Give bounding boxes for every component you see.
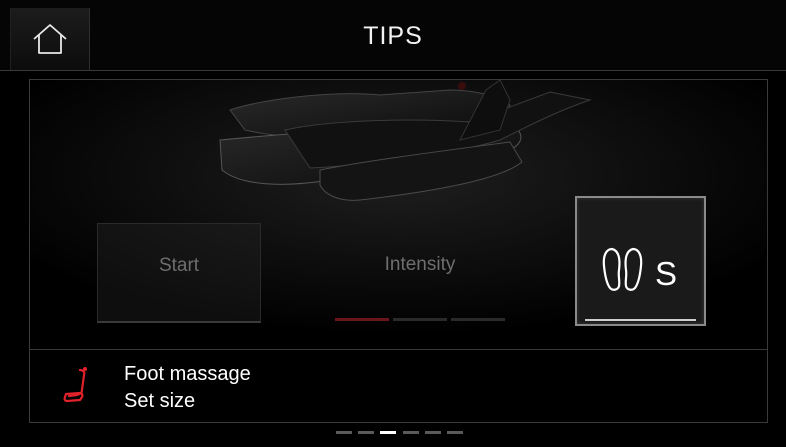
page-dot-4[interactable] [403, 431, 419, 434]
intensity-level-3 [451, 318, 505, 321]
feet-icon [602, 247, 643, 291]
tip-subtitle: Set size [124, 390, 196, 412]
size-button[interactable]: S [575, 196, 706, 326]
start-button[interactable]: Start [97, 223, 261, 323]
page-dot-3[interactable] [380, 431, 396, 434]
size-value: S [655, 255, 678, 292]
size-selected-indicator [585, 319, 696, 321]
page-title: TIPS [363, 22, 423, 50]
intensity-label: Intensity [384, 254, 456, 275]
header-bar: TIPS [0, 0, 786, 71]
page-indicator [0, 431, 786, 435]
page-dot-2[interactable] [358, 431, 374, 434]
page-dot-1[interactable] [336, 431, 352, 434]
intensity-button[interactable]: Intensity [332, 223, 508, 323]
page-dot-5[interactable] [425, 431, 441, 434]
page-dot-6[interactable] [447, 431, 463, 434]
tip-title: Foot massage [124, 363, 251, 385]
seat-icon [63, 367, 87, 403]
intensity-level-1 [335, 318, 389, 321]
start-label: Start [158, 255, 200, 276]
intensity-level-2 [393, 318, 447, 321]
panel-divider [29, 349, 768, 350]
